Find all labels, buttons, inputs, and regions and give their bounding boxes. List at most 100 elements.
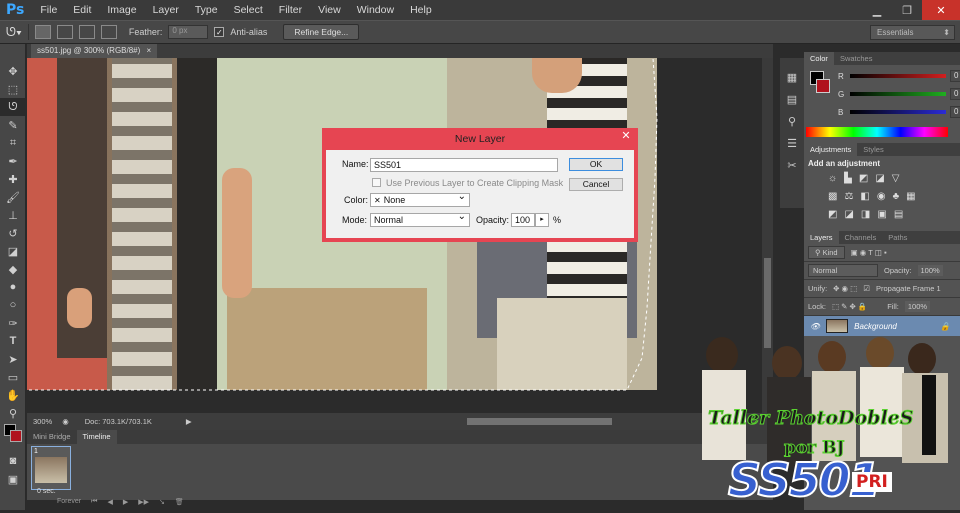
mode-select[interactable]: Normal — [370, 211, 470, 227]
prev-frame-icon[interactable]: ◀ — [107, 498, 112, 510]
blur-tool-icon[interactable]: ● — [0, 278, 26, 296]
blue-value[interactable]: 0 — [950, 106, 960, 118]
layer-background[interactable]: 👁 Background 🔒 — [804, 316, 960, 336]
properties-icon[interactable]: ☰ — [780, 132, 804, 154]
levels-icon[interactable]: ▙ — [844, 173, 852, 187]
tab-timeline[interactable]: Timeline — [76, 430, 117, 444]
layer-name[interactable]: Background — [854, 322, 897, 331]
healing-tool-icon[interactable]: ✚ — [0, 170, 26, 188]
red-value[interactable]: 0 — [950, 70, 960, 82]
tab-color[interactable]: Color — [804, 52, 834, 65]
status-arrow-icon[interactable]: ▶ — [186, 417, 192, 426]
posterize-icon[interactable]: ◪ — [844, 209, 853, 223]
animation-frame[interactable]: 1 — [31, 446, 71, 490]
color-select[interactable]: ✕ None — [370, 191, 470, 207]
ok-button[interactable]: OK — [569, 158, 623, 171]
propagate-checkbox[interactable]: ☑ — [863, 284, 870, 293]
color-lookup-icon[interactable]: ▦ — [906, 191, 915, 205]
type-tool-icon[interactable]: T — [0, 332, 26, 350]
intersect-selection-icon[interactable] — [100, 25, 117, 39]
bw-icon[interactable]: ◧ — [860, 191, 869, 205]
workspace-select[interactable]: Essentials ⬍ — [870, 25, 955, 40]
blend-mode-select[interactable]: Normal — [808, 264, 878, 277]
color-swatches[interactable] — [0, 422, 25, 452]
brightness-icon[interactable]: ☼ — [828, 173, 837, 187]
loop-select[interactable]: Forever — [57, 498, 81, 510]
horizontal-scroll-thumb[interactable] — [467, 418, 612, 425]
close-icon[interactable]: ✕ — [922, 0, 960, 20]
close-icon[interactable]: ✕ — [614, 129, 638, 143]
actions-icon[interactable]: ▤ — [780, 88, 804, 110]
exposure-icon[interactable]: ◪ — [875, 173, 884, 187]
green-slider[interactable] — [850, 92, 946, 96]
threshold-icon[interactable]: ◨ — [861, 209, 870, 223]
hand-tool-icon[interactable]: ✋ — [0, 386, 26, 404]
hue-icon[interactable]: ▩ — [828, 191, 837, 205]
blue-slider[interactable] — [850, 110, 946, 114]
menu-file[interactable]: File — [32, 4, 65, 16]
curves-icon[interactable]: ◩ — [859, 173, 868, 187]
opacity-value[interactable]: 100% — [917, 265, 943, 276]
menu-help[interactable]: Help — [402, 4, 440, 16]
document-tab[interactable]: ss501.jpg @ 300% (RGB/8#) × — [31, 44, 158, 58]
history-icon[interactable]: ▦ — [780, 66, 804, 88]
balance-icon[interactable]: ⚖ — [844, 191, 853, 205]
tab-styles[interactable]: Styles — [857, 143, 889, 156]
red-slider[interactable] — [850, 74, 946, 78]
tab-mini-bridge[interactable]: Mini Bridge — [27, 430, 77, 444]
tab-adjustments[interactable]: Adjustments — [804, 143, 858, 156]
green-value[interactable]: 0 — [950, 88, 960, 100]
lasso-tool-icon[interactable]: ᘎ▾ — [6, 25, 22, 40]
restore-icon[interactable]: ❐ — [892, 0, 922, 20]
refine-edge-button[interactable]: Refine Edge... — [283, 24, 360, 40]
screen-mode-icon[interactable]: ▣ — [0, 470, 26, 488]
vibrance-icon[interactable]: ▽ — [892, 173, 900, 187]
lasso-tool-icon[interactable]: ᘎ — [0, 98, 26, 116]
info-icon[interactable]: ◉ — [62, 417, 69, 426]
path-select-icon[interactable]: ➤ — [0, 350, 26, 368]
minimize-icon[interactable]: ▁ — [862, 0, 892, 20]
zoom-tool-icon[interactable]: ⚲ — [0, 404, 26, 422]
menu-type[interactable]: Type — [187, 4, 226, 16]
add-selection-icon[interactable] — [56, 25, 73, 39]
dialog-titlebar[interactable]: New Layer ✕ — [322, 128, 638, 150]
tab-paths[interactable]: Paths — [882, 231, 913, 244]
close-tab-icon[interactable]: × — [147, 46, 152, 55]
feather-input[interactable]: 0 px — [168, 25, 209, 39]
opacity-stepper-icon[interactable]: ▸ — [535, 213, 549, 227]
background-swatch[interactable] — [816, 79, 830, 93]
quick-select-tool-icon[interactable]: ✎ — [0, 116, 26, 134]
move-tool-icon[interactable]: ✥ — [0, 62, 26, 80]
menu-view[interactable]: View — [310, 4, 349, 16]
play-icon[interactable]: ▶ — [123, 498, 128, 510]
eraser-tool-icon[interactable]: ◪ — [0, 242, 26, 260]
invert-icon[interactable]: ◩ — [828, 209, 837, 223]
dodge-tool-icon[interactable]: ○ — [0, 296, 26, 314]
tween-icon[interactable]: ↘ — [159, 498, 165, 510]
cancel-button[interactable]: Cancel — [569, 178, 623, 191]
frame-delay[interactable]: 0 sec. — [37, 488, 56, 495]
marquee-tool-icon[interactable]: ⬚ — [0, 80, 26, 98]
clipping-mask-checkbox[interactable] — [372, 178, 381, 187]
new-selection-icon[interactable] — [34, 25, 51, 39]
crop-tool-icon[interactable]: ⌗ — [0, 134, 26, 152]
tab-layers[interactable]: Layers — [804, 231, 839, 244]
antialias-checkbox[interactable]: ✓ — [214, 27, 225, 37]
first-frame-icon[interactable]: ⏮ — [91, 498, 97, 510]
channel-mixer-icon[interactable]: ♣ — [893, 191, 900, 205]
selective-color-icon[interactable]: ▤ — [894, 209, 903, 223]
tab-channels[interactable]: Channels — [839, 231, 883, 244]
fill-value[interactable]: 100% — [904, 301, 931, 312]
photo-filter-icon[interactable]: ◉ — [877, 191, 886, 205]
gradient-map-icon[interactable]: ▣ — [877, 209, 886, 223]
menu-window[interactable]: Window — [349, 4, 402, 16]
next-frame-icon[interactable]: ▶▶ — [138, 498, 149, 510]
tools-preset-icon[interactable]: ✂ — [780, 154, 804, 176]
menu-edit[interactable]: Edit — [65, 4, 99, 16]
tab-swatches[interactable]: Swatches — [834, 52, 879, 65]
history-brush-icon[interactable]: ↺ — [0, 224, 26, 242]
opacity-input[interactable]: 100 — [511, 213, 535, 227]
pen-tool-icon[interactable]: ✑ — [0, 314, 26, 332]
quick-mask-icon[interactable]: ◙ — [0, 452, 26, 470]
brush-panel-icon[interactable]: ⚲ — [780, 110, 804, 132]
